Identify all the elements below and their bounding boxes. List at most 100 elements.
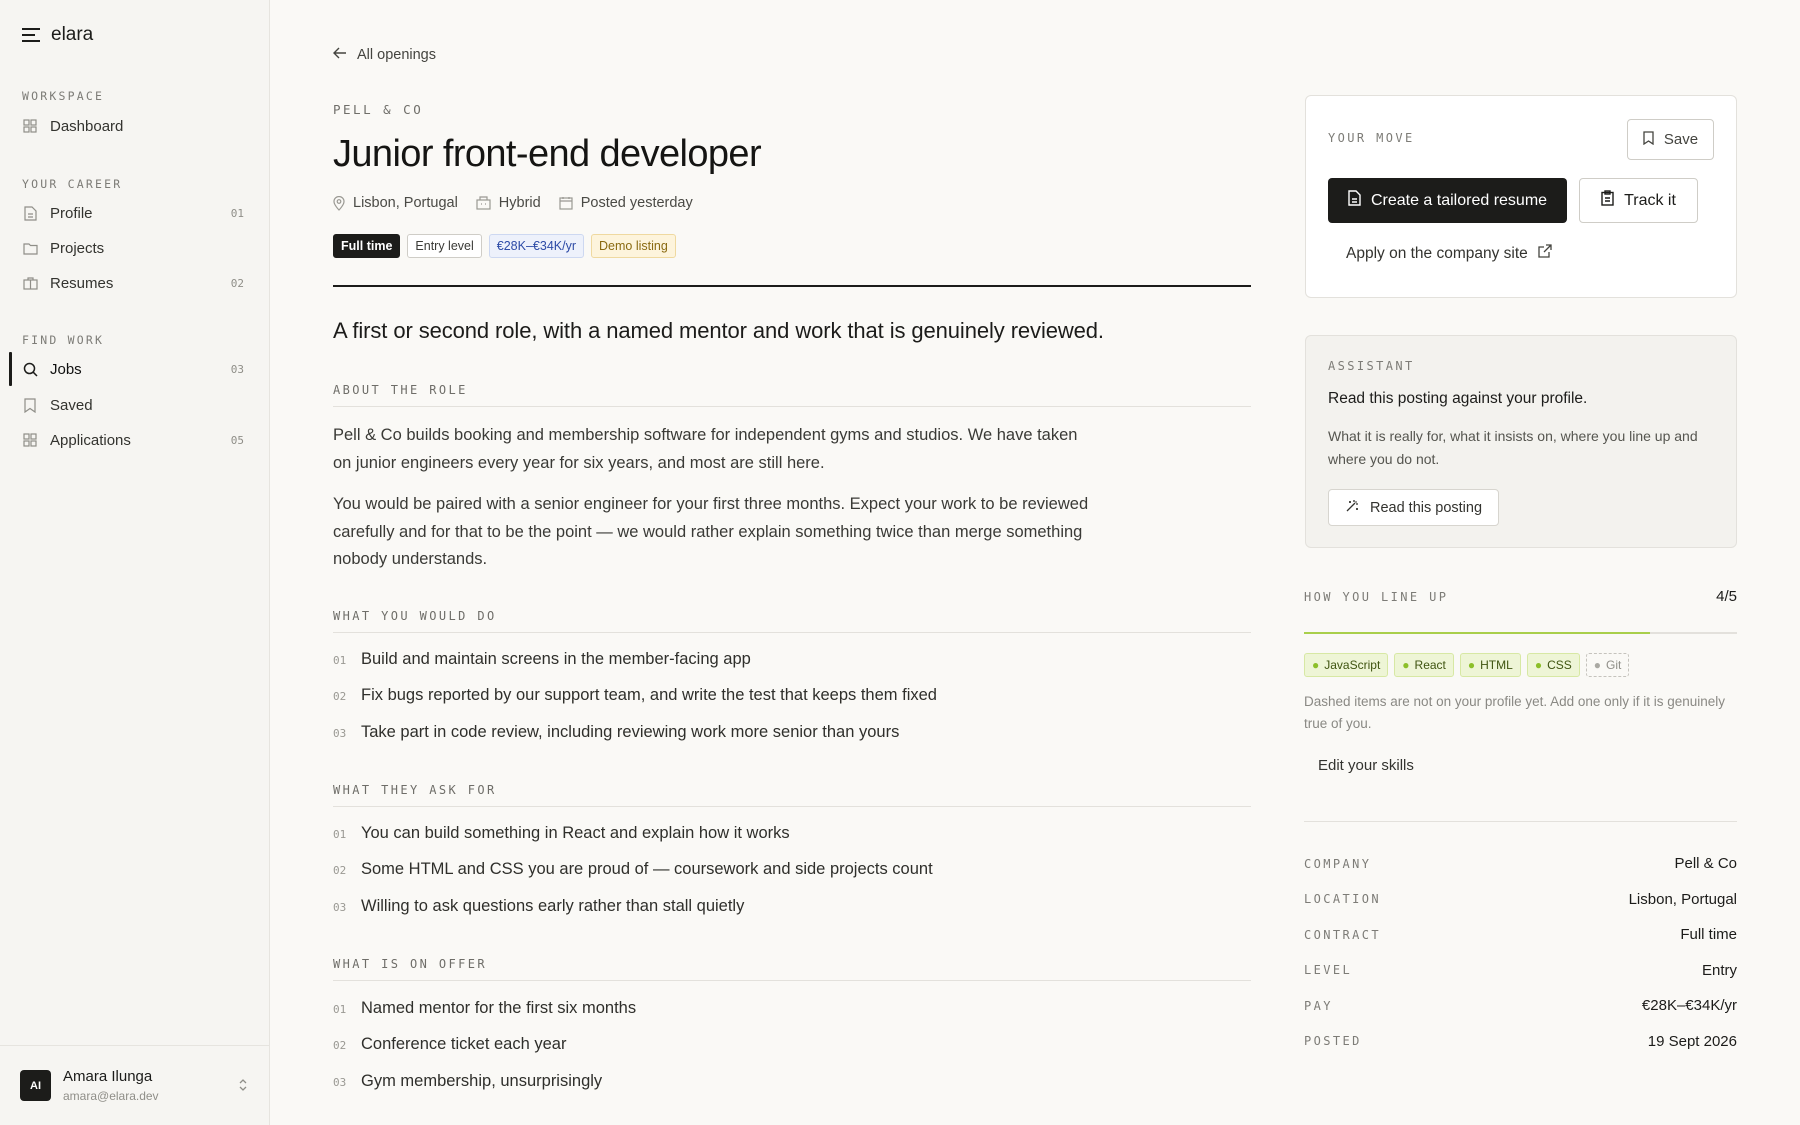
clipboard-icon <box>1601 190 1614 211</box>
list-item: 01 Build and maintain screens in the mem… <box>333 650 751 669</box>
nav-group-career: YOUR CAREER <box>22 177 123 191</box>
fact-value: Entry <box>1701 961 1737 979</box>
lineup-score: 4/5 <box>1716 588 1737 605</box>
about-paragraph: Pell & Co builds booking and membership … <box>333 426 1078 472</box>
section-about: ABOUT THE ROLE <box>333 383 1251 407</box>
arrow-left-icon <box>333 47 347 63</box>
list-text: Gym membership, unsurprisingly <box>361 1072 603 1090</box>
section-ask: WHAT THEY ASK FOR <box>333 783 1251 807</box>
chevron-up-down-icon[interactable] <box>238 1078 248 1092</box>
meta-posted: Posted yesterday <box>559 195 693 211</box>
list-text: Take part in code review, including revi… <box>361 723 900 741</box>
sidebar-item-label: Dashboard <box>50 117 124 135</box>
sidebar-item-dashboard[interactable]: Dashboard <box>10 111 256 141</box>
list-item: 01 You can build something in React and … <box>333 824 790 843</box>
assistant-heading: Read this posting against your profile. <box>1328 390 1588 407</box>
avatar: AI <box>20 1070 51 1101</box>
bookmark-icon <box>1643 130 1654 149</box>
list-item: 03 Gym membership, unsurprisingly <box>333 1072 602 1091</box>
fact-key: CONTRACT <box>1304 927 1381 942</box>
fact-key: LEVEL <box>1304 963 1353 978</box>
section-offer: WHAT IS ON OFFER <box>333 957 1251 981</box>
meta-location: Lisbon, Portugal <box>333 195 458 211</box>
create-resume-button[interactable]: Create a tailored resume <box>1328 178 1567 223</box>
brand-logo[interactable]: elara <box>22 24 93 46</box>
list-item: 02 Conference ticket each year <box>333 1035 566 1054</box>
list-num: 01 <box>333 828 347 841</box>
skills-note: Dashed items are not on your profile yet… <box>1304 694 1725 731</box>
skill-list: ● JavaScript ● React ● HTML ● CSS ● Git <box>1304 653 1630 677</box>
save-button-label: Save <box>1663 131 1699 148</box>
sidebar-item-saved[interactable]: Saved <box>10 390 256 420</box>
card-label: ASSISTANT <box>1328 359 1415 373</box>
save-button[interactable]: Save <box>1627 119 1714 160</box>
track-button[interactable]: Track it <box>1579 178 1698 223</box>
sidebar-item-projects[interactable]: Projects <box>10 233 256 263</box>
sidebar-item-profile[interactable]: Profile 01 <box>10 198 256 228</box>
lineup-label: HOW YOU LINE UP <box>1304 590 1449 604</box>
sidebar-item-label: Resumes <box>50 274 114 292</box>
tag-contract: Full time <box>333 234 401 258</box>
grid-icon <box>22 118 38 134</box>
app-name: elara <box>51 24 94 45</box>
list-num: 01 <box>333 1003 347 1016</box>
list-num: 03 <box>333 901 347 914</box>
menu-icon <box>22 28 40 42</box>
skill-name: React <box>1414 658 1446 672</box>
list-item: 02 Fix bugs reported by our support team… <box>333 686 937 705</box>
fact-row: CONTRACT Full time <box>1304 917 1737 953</box>
skill-chip: ● HTML <box>1459 653 1521 677</box>
divider <box>1304 821 1737 822</box>
magic-wand-icon <box>1345 498 1360 517</box>
fact-row: COMPANY Pell & Co <box>1304 846 1737 882</box>
apply-link[interactable]: Apply on the company site <box>1346 244 1552 263</box>
fact-value: 19 Sept 2026 <box>1647 1032 1737 1050</box>
dot-icon: ● <box>1593 658 1601 672</box>
read-posting-label: Read this posting <box>1369 499 1483 516</box>
list-num: 03 <box>333 727 347 740</box>
user-name: Amara Ilunga <box>63 1068 153 1085</box>
meta-mode: Hybrid <box>476 195 541 211</box>
sidebar-item-count: 03 <box>230 362 244 376</box>
list-num: 02 <box>333 864 347 877</box>
document-icon <box>1348 190 1361 211</box>
list-text: Some HTML and CSS you are proud of — cou… <box>361 860 933 878</box>
tag-demo: Demo listing <box>591 234 676 258</box>
assistant-card: ASSISTANT Read this posting against your… <box>1305 335 1737 548</box>
dot-icon: ● <box>1312 658 1320 672</box>
calendar-icon <box>559 196 573 210</box>
skill-name: CSS <box>1547 658 1572 672</box>
meta-posted-text: Posted yesterday <box>580 195 693 211</box>
dot-icon: ● <box>1534 658 1543 672</box>
job-meta: Lisbon, Portugal Hybrid Posted yesterday <box>333 195 693 211</box>
nav-group-workspace: WORKSPACE <box>22 89 105 103</box>
sidebar-item-label: Projects <box>50 239 105 257</box>
job-lead: A first or second role, with a named men… <box>333 318 1104 343</box>
dot-icon: ● <box>1402 658 1410 672</box>
dot-icon: ● <box>1467 658 1476 672</box>
read-posting-button[interactable]: Read this posting <box>1328 489 1499 526</box>
company-label: PELL & CO <box>333 102 424 117</box>
sidebar-item-resumes[interactable]: Resumes 02 <box>10 268 256 298</box>
sidebar-item-count: 05 <box>230 433 244 447</box>
sidebar-item-jobs[interactable]: Jobs 03 <box>9 352 256 386</box>
list-text: Named mentor for the first six months <box>361 999 637 1017</box>
sidebar-item-label: Profile <box>50 204 93 222</box>
list-item: 02 Some HTML and CSS you are proud of — … <box>333 860 933 879</box>
list-num: 01 <box>333 654 347 667</box>
back-link-label: All openings <box>357 47 436 63</box>
fact-key: PAY <box>1304 998 1333 1013</box>
section-do: WHAT YOU WOULD DO <box>333 609 1251 633</box>
sidebar-item-applications[interactable]: Applications 05 <box>10 425 256 455</box>
back-link[interactable]: All openings <box>333 47 436 63</box>
list-text: Fix bugs reported by our support team, a… <box>361 686 937 704</box>
sidebar: elara WORKSPACE Dashboard YOUR CAREER Pr… <box>0 0 270 1125</box>
job-facts: COMPANY Pell & Co LOCATION Lisbon, Portu… <box>1304 846 1737 1059</box>
list-num: 02 <box>333 690 347 703</box>
edit-skills-link[interactable]: Edit your skills <box>1318 757 1414 774</box>
list-text: You can build something in React and exp… <box>361 824 790 842</box>
fact-row: POSTED 19 Sept 2026 <box>1304 1024 1737 1060</box>
fact-row: LEVEL Entry <box>1304 953 1737 989</box>
user-menu[interactable]: AI Amara Ilunga amara@elara.dev <box>0 1045 270 1125</box>
tag-pay: €28K–€34K/yr <box>488 234 584 258</box>
